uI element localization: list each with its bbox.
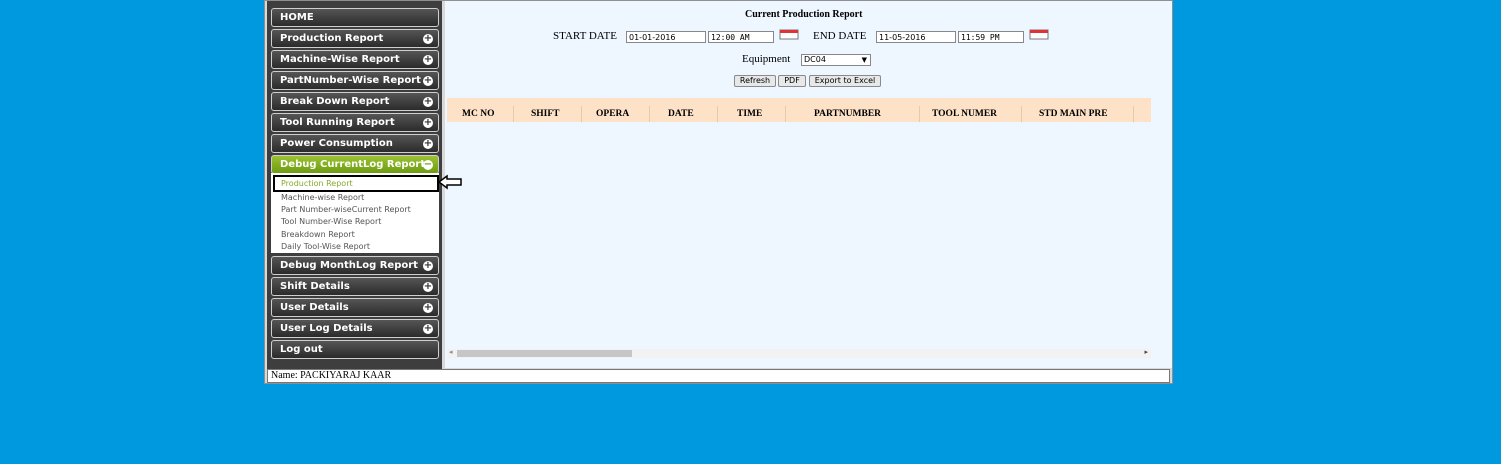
column-header: PARTNUMBER bbox=[814, 109, 882, 119]
menu-machine-wise-report[interactable]: Machine-Wise Report + bbox=[271, 50, 439, 69]
menu-log-out[interactable]: Log out bbox=[271, 340, 439, 359]
app-window: HOME Production Report + Machine-Wise Rep… bbox=[264, 0, 1173, 384]
menu-home[interactable]: HOME bbox=[271, 8, 439, 27]
column-header: TOOL NUMER bbox=[932, 109, 998, 119]
submenu-tool-number-wise-report[interactable]: Tool Number-Wise Report bbox=[281, 217, 381, 226]
menu-production-report[interactable]: Production Report + bbox=[271, 29, 439, 48]
end-date-label: END DATE bbox=[813, 30, 867, 42]
column-header: SHIFT bbox=[531, 109, 560, 119]
menu-debug-monthlog-report[interactable]: Debug MonthLog Report + bbox=[271, 256, 439, 275]
menu-tool-running-report[interactable]: Tool Running Report + bbox=[271, 113, 439, 132]
start-date-input[interactable]: 01-01-2016 bbox=[626, 31, 706, 43]
plus-icon: + bbox=[423, 117, 433, 128]
pointer-arrow-icon bbox=[437, 174, 462, 190]
submenu-machine-wise-report[interactable]: Machine-wise Report bbox=[281, 193, 364, 202]
plus-icon: + bbox=[423, 281, 433, 292]
end-date-input[interactable]: 11-05-2016 bbox=[876, 31, 956, 43]
end-time-input[interactable]: 11:59 PM bbox=[958, 31, 1024, 43]
submenu-daily-tool-wise-report[interactable]: Daily Tool-Wise Report bbox=[281, 242, 370, 251]
calendar-icon[interactable] bbox=[1029, 29, 1049, 40]
menu-user-details[interactable]: User Details + bbox=[271, 298, 439, 317]
dropdown-arrow-icon: ▼ bbox=[861, 56, 867, 64]
plus-icon: + bbox=[423, 260, 433, 271]
debug-currentlog-submenu: Production Report Machine-wise Report Pa… bbox=[271, 173, 439, 253]
plus-icon: + bbox=[423, 33, 433, 44]
submenu-breakdown-report[interactable]: Breakdown Report bbox=[281, 230, 355, 239]
equipment-label: Equipment bbox=[742, 53, 791, 65]
column-header: MC NO bbox=[462, 109, 495, 119]
plus-icon: + bbox=[423, 302, 433, 313]
start-date-label: START DATE bbox=[553, 30, 617, 42]
page-title: Current Production Report bbox=[745, 9, 863, 20]
calendar-icon[interactable] bbox=[779, 29, 799, 40]
menu-power-consumption[interactable]: Power Consumption + bbox=[271, 134, 439, 153]
menu-shift-details[interactable]: Shift Details + bbox=[271, 277, 439, 296]
user-name-bar: Name: PACKIYARAJ KAAR bbox=[267, 369, 1170, 383]
submenu-part-number-wise-report[interactable]: Part Number-wiseCurrent Report bbox=[281, 205, 411, 214]
export-excel-button[interactable]: Export to Excel bbox=[809, 75, 881, 87]
column-header: DATE bbox=[668, 109, 694, 119]
column-header: STD MAIN PRE bbox=[1039, 109, 1108, 119]
column-header: OPERA bbox=[596, 109, 630, 119]
scrollbar-thumb[interactable] bbox=[457, 350, 632, 357]
minus-icon: − bbox=[423, 159, 433, 170]
menu-user-log-details[interactable]: User Log Details + bbox=[271, 319, 439, 338]
start-time-input[interactable]: 12:00 AM bbox=[708, 31, 774, 43]
menu-debug-currentlog-report[interactable]: Debug CurrentLog Report − bbox=[271, 155, 439, 174]
menu-break-down-report[interactable]: Break Down Report + bbox=[271, 92, 439, 111]
menu-partnumber-wise-report[interactable]: PartNumber-Wise Report + bbox=[271, 71, 439, 90]
plus-icon: + bbox=[423, 323, 433, 334]
scroll-left-icon[interactable]: ◂ bbox=[449, 348, 453, 356]
plus-icon: + bbox=[423, 54, 433, 65]
plus-icon: + bbox=[423, 96, 433, 107]
plus-icon: + bbox=[423, 138, 433, 149]
plus-icon: + bbox=[423, 75, 433, 86]
submenu-production-report[interactable]: Production Report bbox=[273, 175, 439, 192]
table-header: MC NO SHIFT OPERA DATE TIME PARTNUMBER T… bbox=[447, 98, 1151, 122]
report-panel: Current Production Report START DATE 01-… bbox=[445, 1, 1172, 368]
pdf-button[interactable]: PDF bbox=[778, 75, 806, 87]
sidebar: HOME Production Report + Machine-Wise Rep… bbox=[267, 1, 442, 369]
column-header: TIME bbox=[737, 109, 763, 119]
scroll-right-icon[interactable]: ▸ bbox=[1144, 348, 1148, 356]
refresh-button[interactable]: Refresh bbox=[734, 75, 776, 87]
equipment-select[interactable]: DC04 ▼ bbox=[801, 54, 871, 66]
horizontal-scrollbar[interactable]: ◂ ▸ bbox=[447, 348, 1151, 358]
